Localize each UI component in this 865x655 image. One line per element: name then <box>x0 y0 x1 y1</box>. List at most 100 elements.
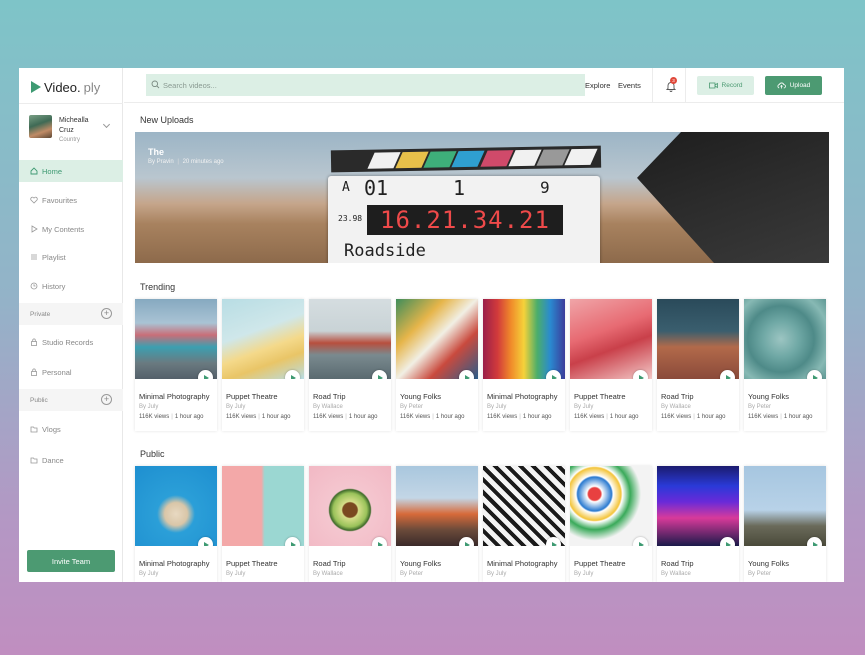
video-thumbnail[interactable] <box>222 299 304 379</box>
play-button-icon[interactable] <box>372 370 387 379</box>
video-title[interactable]: Puppet Theatre <box>574 559 648 568</box>
play-button-icon[interactable] <box>546 370 561 379</box>
video-card[interactable]: Road Trip By Wallace 116K views | 1 hour ago <box>657 299 739 431</box>
home-icon <box>30 167 38 175</box>
add-public-icon[interactable]: + <box>101 394 112 405</box>
video-title[interactable]: Young Folks <box>400 559 474 568</box>
play-button-icon[interactable] <box>633 537 648 546</box>
video-title[interactable]: Puppet Theatre <box>574 392 648 401</box>
video-card[interactable]: Minimal Photography By July 116K views | 1 h… <box>483 299 565 431</box>
video-thumbnail[interactable] <box>309 299 391 379</box>
video-thumbnail[interactable] <box>135 299 217 379</box>
sidebar-item-label: My Contents <box>42 224 85 234</box>
video-title[interactable]: Minimal Photography <box>487 559 561 568</box>
sidebar-item-vlogs[interactable]: Vlogs <box>19 418 123 440</box>
video-title[interactable]: Minimal Photography <box>139 392 213 401</box>
video-time: 1 hour ago <box>261 414 291 420</box>
video-title[interactable]: Minimal Photography <box>487 392 561 401</box>
video-thumbnail[interactable] <box>483 466 565 546</box>
profile[interactable]: Michealla Cruz Country <box>29 115 119 149</box>
lock-icon <box>30 338 38 346</box>
video-card[interactable]: Young Folks By Peter 116K views | 1 hour ago <box>396 299 478 431</box>
search-bar[interactable] <box>146 74 585 96</box>
play-button-icon[interactable] <box>459 537 474 546</box>
video-card[interactable]: Minimal Photography By July <box>483 466 565 582</box>
meta-separator: | <box>171 414 173 420</box>
play-button-icon[interactable] <box>633 370 648 379</box>
record-button[interactable]: Record <box>697 76 754 95</box>
sidebar-item-label: Dance <box>42 455 64 465</box>
video-title[interactable]: Young Folks <box>400 392 474 401</box>
sidebar-item-home[interactable]: Home <box>19 160 123 182</box>
video-thumbnail[interactable] <box>396 299 478 379</box>
explore-link[interactable]: Explore <box>585 81 610 90</box>
sidebar-item-dance[interactable]: Dance <box>19 449 123 471</box>
play-button-icon[interactable] <box>285 370 300 379</box>
video-card[interactable]: Road Trip By Wallace <box>657 466 739 582</box>
video-thumbnail[interactable] <box>570 299 652 379</box>
play-button-icon[interactable] <box>720 370 735 379</box>
video-thumbnail[interactable] <box>222 466 304 546</box>
video-author: By July <box>139 571 159 577</box>
hero-banner[interactable]: A 01 1 9 23.98 Roadside 16.21.34.21 The … <box>135 132 829 263</box>
video-card[interactable]: Puppet Theatre By July <box>222 466 304 582</box>
video-thumbnail[interactable] <box>657 466 739 546</box>
sidebar-item-my-contents[interactable]: My Contents <box>19 218 123 240</box>
sidebar-item-studio-records[interactable]: Studio Records <box>19 331 123 353</box>
invite-team-button[interactable]: Invite Team <box>27 550 115 572</box>
video-meta: 116K views | 1 hour ago <box>313 414 387 420</box>
video-card[interactable]: Puppet Theatre By July 116K views | 1 hour a… <box>222 299 304 431</box>
video-card[interactable]: Puppet Theatre By July 116K views | 1 hour a… <box>570 299 652 431</box>
video-meta: 116K views | 1 hour ago <box>661 414 735 420</box>
play-button-icon[interactable] <box>807 370 822 379</box>
video-title[interactable]: Road Trip <box>661 392 735 401</box>
video-thumbnail[interactable] <box>396 466 478 546</box>
play-button-icon[interactable] <box>720 537 735 546</box>
board-roll: A <box>342 180 350 195</box>
sidebar-item-favourites[interactable]: Favourites <box>19 189 123 211</box>
play-button-icon[interactable] <box>198 370 213 379</box>
play-button-icon[interactable] <box>459 370 474 379</box>
sidebar-item-playlist[interactable]: Playlist <box>19 246 123 268</box>
play-button-icon[interactable] <box>285 537 300 546</box>
video-thumbnail[interactable] <box>657 299 739 379</box>
video-card[interactable]: Road Trip By Wallace <box>309 466 391 582</box>
video-title[interactable]: Young Folks <box>748 559 822 568</box>
video-thumbnail[interactable] <box>744 466 826 546</box>
play-button-icon[interactable] <box>807 537 822 546</box>
video-title[interactable]: Road Trip <box>313 392 387 401</box>
video-title[interactable]: Road Trip <box>313 559 387 568</box>
video-thumbnail[interactable] <box>744 299 826 379</box>
video-card[interactable]: Young Folks By Peter 116K views | 1 hour ago <box>744 299 826 431</box>
logo[interactable]: Video. ply <box>31 78 100 96</box>
video-title[interactable]: Minimal Photography <box>139 559 213 568</box>
search-input[interactable] <box>163 80 563 90</box>
video-thumbnail[interactable] <box>135 466 217 546</box>
video-card[interactable]: Puppet Theatre By July <box>570 466 652 582</box>
video-title[interactable]: Road Trip <box>661 559 735 568</box>
video-thumbnail[interactable] <box>483 299 565 379</box>
video-card[interactable]: Minimal Photography By July <box>135 466 217 582</box>
add-private-icon[interactable]: + <box>101 308 112 319</box>
video-title[interactable]: Puppet Theatre <box>226 392 300 401</box>
video-meta: 116K views | 1 hour ago <box>574 414 648 420</box>
play-button-icon[interactable] <box>546 537 561 546</box>
play-button-icon[interactable] <box>198 537 213 546</box>
sidebar-item-personal[interactable]: Personal <box>19 361 123 383</box>
video-card[interactable]: Young Folks By Peter <box>744 466 826 582</box>
video-card[interactable]: Young Folks By Peter <box>396 466 478 582</box>
chevron-down-icon[interactable] <box>102 120 111 129</box>
video-card[interactable]: Minimal Photography By July 116K views | 1 h… <box>135 299 217 431</box>
video-card[interactable]: Road Trip By Wallace 116K views | 1 hour ago <box>309 299 391 431</box>
events-link[interactable]: Events <box>618 81 641 90</box>
video-thumbnail[interactable] <box>570 466 652 546</box>
video-title[interactable]: Young Folks <box>748 392 822 401</box>
video-thumbnail[interactable] <box>309 466 391 546</box>
upload-button[interactable]: Upload <box>765 76 822 95</box>
video-title[interactable]: Puppet Theatre <box>226 559 300 568</box>
play-button-icon[interactable] <box>372 537 387 546</box>
video-author: By Wallace <box>661 404 691 410</box>
clapper-top <box>330 145 602 173</box>
sidebar-item-history[interactable]: History <box>19 275 123 297</box>
play-icon <box>30 225 38 233</box>
